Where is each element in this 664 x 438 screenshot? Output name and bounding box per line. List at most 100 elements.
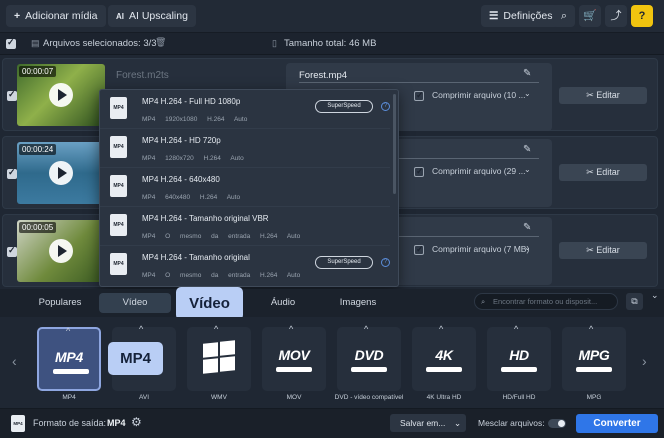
mp4-file-icon: MP4 (110, 214, 127, 236)
file-checkbox[interactable] (7, 167, 17, 179)
video-thumbnail[interactable]: 00:00:24 (17, 142, 105, 204)
output-format-value: MP4 (107, 418, 126, 428)
chevron-up-icon[interactable]: ^ (514, 324, 518, 334)
add-media-label: Adicionar mídia (25, 10, 98, 22)
preset-item[interactable]: MP4 MP4 H.264 - 640x480 MP4 640x480 H.26… (100, 168, 390, 207)
select-all-checkbox[interactable] (6, 37, 16, 49)
format-mov[interactable]: ^ MOV (262, 324, 326, 391)
chevron-up-icon[interactable]: ^ (364, 324, 368, 334)
format-search-input[interactable]: ⌕ Encontrar formato ou disposit... (474, 293, 618, 310)
merge-files-label: Mesclar arquivos: (478, 418, 545, 428)
format-label: WMV (211, 394, 227, 401)
chevron-up-icon[interactable]: ^ (289, 324, 293, 334)
collapse-chevron-icon[interactable]: ⌄ (651, 290, 659, 301)
help-icon[interactable]: ? (631, 5, 653, 27)
format-mp4[interactable]: ^ MP4 (37, 326, 101, 391)
file-checkbox[interactable] (7, 89, 17, 101)
selected-files-count: Arquivos selecionados: 3/3 (43, 38, 157, 49)
edit-button[interactable]: ✂ Editar (559, 242, 647, 259)
compress-checkbox[interactable] (414, 244, 424, 255)
preset-title: MP4 H.264 - Full HD 1080p (142, 97, 241, 106)
preset-item[interactable]: MP4 MP4 H.264 - Tamanho original VBR MP4… (100, 207, 390, 246)
preset-item[interactable]: MP4 MP4 H.264 - Full HD 1080p MP4 1920x1… (100, 90, 390, 129)
save-to-dropdown[interactable]: Salvar em... ⌄ (390, 414, 466, 432)
device-detect-icon[interactable]: ⧉ (626, 293, 643, 310)
add-media-button[interactable]: + Adicionar mídia (6, 5, 106, 27)
video-subbar (501, 367, 537, 372)
duration: 00:00:07 (19, 66, 57, 77)
tab-images[interactable]: Imagens (322, 293, 394, 313)
chevron-down-icon[interactable]: ⌄ (524, 165, 531, 174)
format-label: HD/Full HD (502, 394, 536, 401)
ai-upscaling-label: AI Upscaling (129, 10, 188, 22)
format-4k[interactable]: ^ 4K (412, 324, 476, 391)
chevron-left-icon[interactable]: ‹ (12, 353, 17, 369)
format-logo: 4K (435, 347, 453, 363)
search-icon[interactable]: ⌕ (553, 5, 575, 27)
format-dvd[interactable]: ^ DVD (337, 324, 401, 391)
compress-label: Comprimir arquivo (10 ... (432, 90, 526, 100)
trash-icon[interactable]: 🗑 (155, 37, 166, 48)
preset-item[interactable]: MP4 MP4 H.264 - HD 720p MP4 1280x720 H.2… (100, 129, 390, 168)
gear-icon[interactable]: ⚙ (131, 415, 142, 429)
tab-popular[interactable]: Populares (24, 293, 96, 313)
output-file-name: Forest.mp4 (299, 70, 348, 81)
video-thumbnail[interactable]: 00:00:05 (17, 220, 105, 282)
chevron-up-icon[interactable]: ^ (214, 324, 218, 334)
info-icon[interactable]: ? (381, 102, 390, 111)
chevron-up-icon[interactable]: ^ (139, 324, 143, 334)
format-logo: MOV (278, 347, 310, 363)
edit-name-pencil-icon[interactable]: ✎ (523, 68, 531, 79)
preset-dropdown-menu: MP4 MP4 H.264 - Full HD 1080p MP4 1920x1… (99, 89, 399, 287)
tab-video[interactable]: Vídeo (99, 293, 171, 313)
video-subbar (351, 367, 387, 372)
tab-audio[interactable]: Áudio (247, 293, 319, 313)
menu-scrollbar[interactable] (393, 94, 396, 194)
format-mpg[interactable]: ^ MPG (562, 324, 626, 391)
top-toolbar: + Adicionar mídia AI AI Upscaling ☰ Definiç… (0, 0, 664, 33)
video-thumbnail[interactable]: 00:00:07 (17, 64, 105, 126)
settings-button[interactable]: ☰ Definições (481, 5, 561, 27)
edit-name-pencil-icon[interactable]: ✎ (523, 222, 531, 233)
ai-upscaling-button[interactable]: AI AI Upscaling (108, 5, 196, 27)
file-name: Forest.m2ts (116, 70, 169, 81)
preset-details: MP4 640x480 H.264 Auto (142, 194, 241, 201)
compress-checkbox[interactable] (414, 166, 424, 177)
format-wmv[interactable]: ^ (187, 324, 251, 391)
play-icon[interactable] (49, 161, 73, 185)
chevron-down-icon[interactable]: ⌄ (524, 89, 531, 98)
format-label: DVD - vídeo compatível (334, 394, 404, 401)
chevron-up-icon[interactable]: ^ (439, 324, 443, 334)
compress-label: Comprimir arquivo (29 ... (432, 166, 526, 176)
duration: 00:00:24 (19, 144, 57, 155)
output-format-label: Formato de saída: (33, 418, 107, 428)
merge-files-toggle[interactable] (548, 419, 566, 428)
play-icon[interactable] (49, 83, 73, 107)
play-icon[interactable] (49, 239, 73, 263)
chevron-up-icon[interactable]: ^ (589, 324, 593, 334)
share-icon[interactable]: ⤴ (605, 5, 627, 27)
chevron-down-icon: ⌄ (454, 418, 462, 428)
edit-label: Editar (596, 245, 620, 255)
chevron-up-icon[interactable]: ^ (66, 326, 70, 336)
edit-button[interactable]: ✂ Editar (559, 87, 647, 104)
edit-name-pencil-icon[interactable]: ✎ (523, 144, 531, 155)
info-icon[interactable]: ? (381, 258, 390, 267)
video-tab-tooltip: Vídeo (176, 287, 243, 320)
compress-checkbox[interactable] (414, 90, 424, 101)
format-hd[interactable]: ^ HD (487, 324, 551, 391)
superspeed-badge: SuperSpeed (315, 100, 373, 113)
edit-button[interactable]: ✂ Editar (559, 164, 647, 181)
chevron-right-icon[interactable]: › (642, 353, 647, 369)
file-checkbox[interactable] (7, 245, 17, 257)
compress-label: Comprimir arquivo (7 MB) (432, 244, 530, 254)
preset-item[interactable]: MP4 MP4 H.264 - Tamanho original MP4 O m… (100, 246, 390, 285)
cart-icon[interactable]: 🛒 (579, 5, 601, 27)
chevron-down-icon[interactable]: ⌄ (524, 243, 531, 252)
mp4-file-icon: MP4 (110, 136, 127, 158)
preset-details: MP4 O mesmo da entrada H.264 Auto (142, 233, 301, 240)
convert-button[interactable]: Converter (576, 414, 658, 433)
mp4-file-icon: MP4 (110, 253, 127, 275)
preset-title: MP4 H.264 - Tamanho original VBR (142, 214, 269, 223)
format-label: MOV (286, 394, 302, 401)
